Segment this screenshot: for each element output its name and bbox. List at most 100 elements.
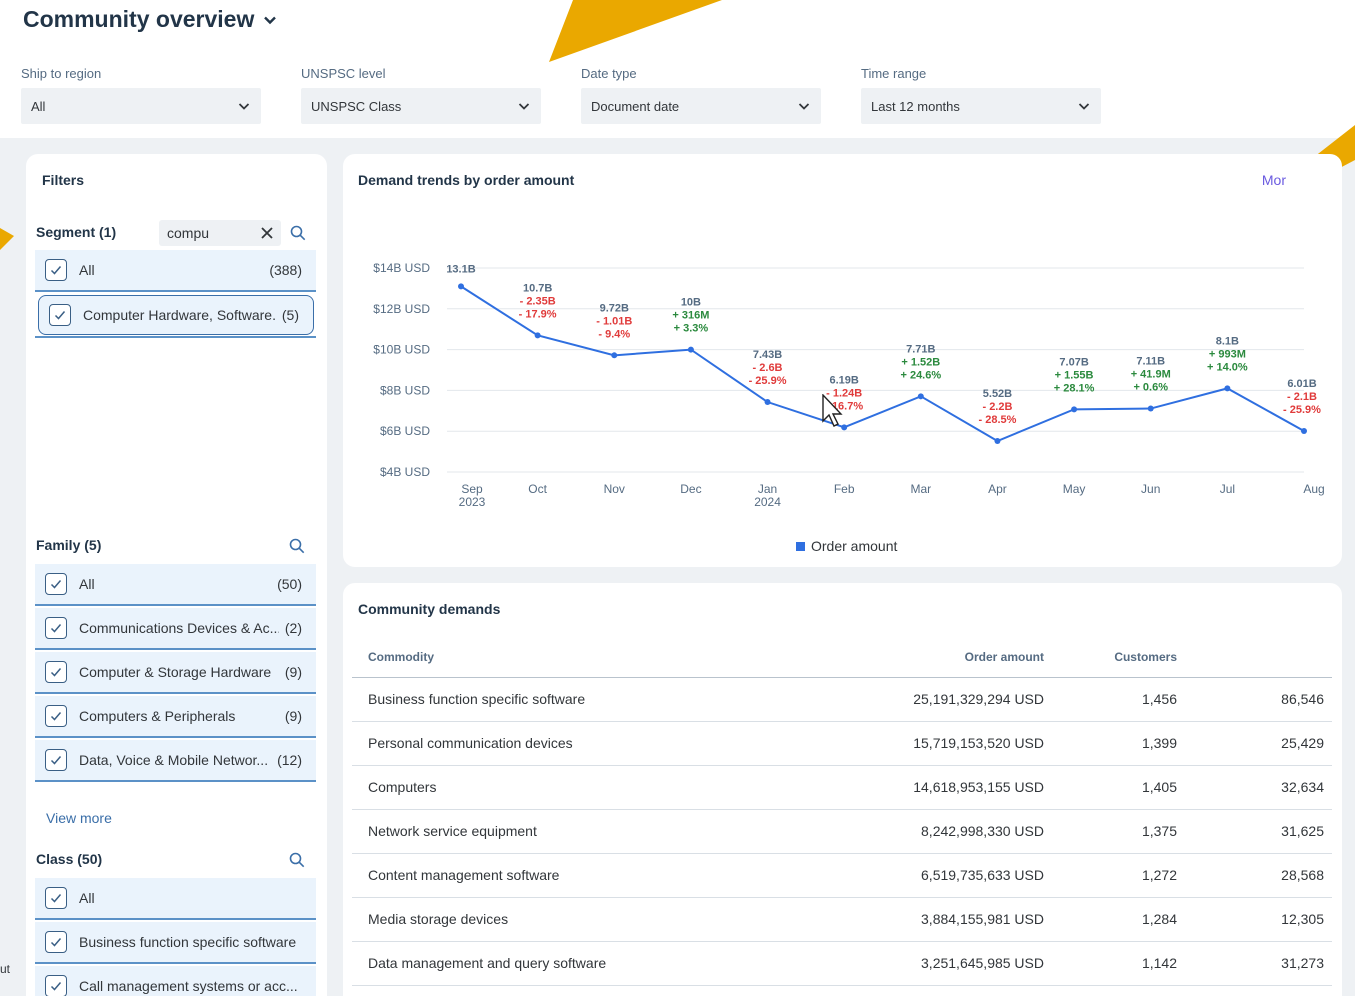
header-extra xyxy=(1177,637,1332,678)
time-range-value: Last 12 months xyxy=(871,98,960,114)
family-item-all[interactable]: All (50) xyxy=(35,564,316,606)
item-label: Data, Voice & Mobile Networ... xyxy=(79,752,269,768)
check-icon xyxy=(50,756,62,765)
checkbox[interactable] xyxy=(45,573,67,595)
edge-text: ut xyxy=(0,962,11,976)
item-label: Communications Devices & Ac... xyxy=(79,620,279,636)
ship-region-select[interactable]: All xyxy=(21,88,261,124)
data-point xyxy=(764,399,771,406)
change-pct-label: - 25.9% xyxy=(749,375,787,387)
x-tick-label: Mar xyxy=(910,482,931,496)
change-pct-label: - 17.9% xyxy=(519,308,557,320)
demand-trends-card: Demand trends by order amount Mor $4B US… xyxy=(343,154,1342,567)
cell-extra: 86,546 xyxy=(1177,677,1332,722)
filters-panel: Filters Segment (1) compu All (388) Comp… xyxy=(26,154,327,996)
check-icon xyxy=(50,624,62,633)
class-title: Class (50) xyxy=(36,851,103,867)
check-icon xyxy=(50,668,62,677)
change-pct-label: + 28.1% xyxy=(1054,382,1095,394)
table-row[interactable]: Network service equipment 8,242,998,330 U… xyxy=(352,809,1332,854)
table-row[interactable]: Content management software 6,519,735,633… xyxy=(352,853,1332,898)
data-point xyxy=(917,393,924,400)
cell-commodity: Business function specific software xyxy=(352,677,892,722)
search-icon[interactable] xyxy=(288,851,306,869)
cell-customers: 1,375 xyxy=(1044,809,1177,854)
time-range-select[interactable]: Last 12 months xyxy=(861,88,1101,124)
family-item-communications[interactable]: Communications Devices & Ac... (2) xyxy=(35,608,316,650)
segment-search-input[interactable]: compu xyxy=(159,220,281,246)
class-item-business-software[interactable]: Business function specific software xyxy=(35,922,316,964)
checkbox[interactable] xyxy=(45,617,67,639)
check-icon xyxy=(50,982,62,991)
header-commodity[interactable]: Commodity xyxy=(352,637,892,678)
chevron-down-icon xyxy=(518,103,530,110)
table-row[interactable]: Computers 14,618,953,155 USD 1,405 32,634 xyxy=(352,765,1332,810)
cell-order-amount: 8,242,998,330 USD xyxy=(892,809,1044,854)
segment-title: Segment (1) xyxy=(36,224,117,240)
checkbox[interactable] xyxy=(45,931,67,953)
data-point xyxy=(611,352,618,359)
class-item-all[interactable]: All xyxy=(35,878,316,920)
data-point xyxy=(534,332,541,339)
segment-item-all[interactable]: All (388) xyxy=(35,250,316,292)
date-type-select[interactable]: Document date xyxy=(581,88,821,124)
class-item-call-management[interactable]: Call management systems or acc... xyxy=(35,966,316,996)
search-icon[interactable] xyxy=(289,224,307,242)
checkbox[interactable] xyxy=(49,304,71,326)
demand-trends-chart: $4B USD $6B USD $8B USD $10B USD $12B USD $14… xyxy=(373,261,1324,509)
checkbox[interactable] xyxy=(45,705,67,727)
item-label: Computers & Peripherals xyxy=(79,708,236,724)
chart-legend[interactable]: Order amount xyxy=(796,538,897,554)
change-pct-label: + 3.3% xyxy=(674,323,709,335)
item-count: (9) xyxy=(284,708,302,724)
change-label: + 316M xyxy=(672,310,709,322)
data-label: 7.11B xyxy=(1136,356,1165,368)
checkbox[interactable] xyxy=(45,749,67,771)
y-tick-label: $6B USD xyxy=(380,424,430,438)
table-row[interactable]: Personal communication devices 15,719,153… xyxy=(352,721,1332,766)
x-tick-line: Nov xyxy=(604,482,625,496)
table-row[interactable]: Media storage devices 3,884,155,981 USD 1,… xyxy=(352,897,1332,942)
family-item-computers-peripherals[interactable]: Computers & Peripherals (9) xyxy=(35,696,316,738)
segment-item-computer-hardware[interactable]: Computer Hardware, Software... (5) xyxy=(38,295,314,335)
y-tick-label: $4B USD xyxy=(380,465,430,479)
item-label: All xyxy=(79,576,95,592)
item-count: (5) xyxy=(281,307,299,323)
cell-commodity: Data management and query software xyxy=(352,941,892,986)
x-tick-line: Jul xyxy=(1220,482,1235,496)
view-more-link[interactable]: View more xyxy=(46,810,112,826)
cell-extra: 32,634 xyxy=(1177,765,1332,810)
change-label: - 2.6B xyxy=(753,362,783,374)
x-tick-line: Apr xyxy=(988,482,1007,496)
checkbox[interactable] xyxy=(45,259,67,281)
header-bar: Community overview Ship to region All UN… xyxy=(0,0,1355,138)
chevron-down-icon[interactable] xyxy=(262,12,278,28)
change-pct-label: - 28.5% xyxy=(978,414,1016,426)
x-tick-label: Jul xyxy=(1220,482,1235,496)
filters-title: Filters xyxy=(42,172,85,188)
family-title: Family (5) xyxy=(36,537,102,553)
item-label: All xyxy=(79,262,95,278)
page-title[interactable]: Community overview xyxy=(23,6,278,33)
header-order-amount[interactable]: Order amount xyxy=(892,637,1044,678)
item-count: (9) xyxy=(284,664,302,680)
x-tick-label: Jan 2024 xyxy=(754,482,781,509)
close-icon[interactable] xyxy=(261,227,273,239)
checkbox[interactable] xyxy=(45,887,67,909)
family-item-data-voice[interactable]: Data, Voice & Mobile Networ... (12) xyxy=(35,740,316,782)
checkbox[interactable] xyxy=(45,975,67,996)
x-tick-line: Mar xyxy=(910,482,931,496)
family-item-computer-storage[interactable]: Computer & Storage Hardware (9) xyxy=(35,652,316,694)
data-point xyxy=(994,437,1001,444)
unspsc-level-select[interactable]: UNSPSC Class xyxy=(301,88,541,124)
item-count: (12) xyxy=(277,752,302,768)
checkbox[interactable] xyxy=(45,661,67,683)
x-tick-line: Sep xyxy=(461,482,483,496)
change-pct-label: + 24.6% xyxy=(900,369,941,381)
table-row[interactable]: Data management and query software 3,251,… xyxy=(352,941,1332,986)
table-row[interactable]: Business function specific software 25,19… xyxy=(352,677,1332,722)
cell-order-amount: 3,251,645,985 USD xyxy=(892,941,1044,986)
change-label: + 41.9M xyxy=(1131,369,1171,381)
search-icon[interactable] xyxy=(288,537,306,555)
header-customers[interactable]: Customers xyxy=(1044,637,1177,678)
